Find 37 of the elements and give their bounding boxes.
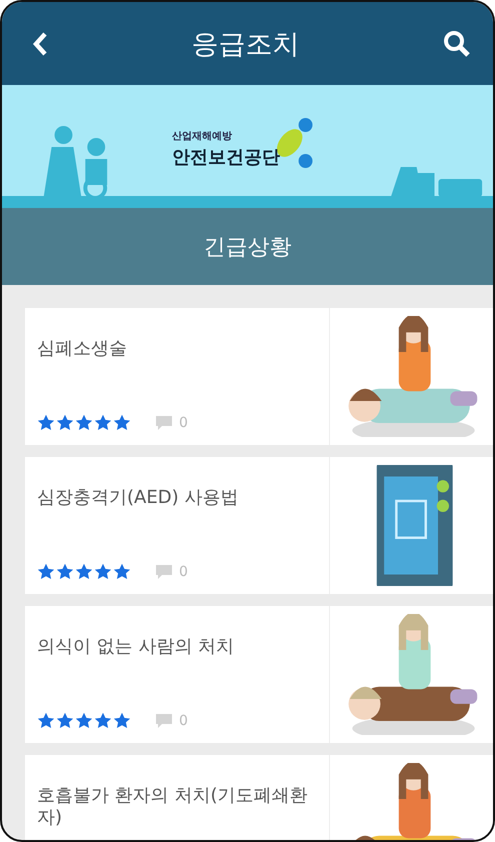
- page-title: 응급조치: [192, 28, 300, 62]
- star-icon: [56, 563, 74, 580]
- star-icon: [56, 414, 74, 431]
- list-card[interactable]: 호흡불가 환자의 처치(기도폐쇄환자): [25, 755, 493, 840]
- list-card[interactable]: 심폐소생술 0: [25, 308, 493, 445]
- star-icon: [75, 563, 93, 580]
- star-icon: [56, 712, 74, 729]
- section-title: 긴급상황: [204, 234, 292, 262]
- star-icon: [37, 712, 55, 729]
- star-icon: [94, 414, 112, 431]
- search-icon: [443, 30, 471, 58]
- star-icon: [37, 414, 55, 431]
- star-icon: [113, 712, 131, 729]
- comment-icon: [155, 414, 173, 430]
- logo-subtitle: 산업재해예방: [172, 130, 233, 143]
- list-card[interactable]: 의식이 없는 사람의 처치 0: [25, 606, 493, 743]
- comment-icon: [155, 712, 173, 728]
- star-icon: [75, 712, 93, 729]
- item-title: 호흡불가 환자의 처치(기도폐쇄환자): [37, 785, 308, 828]
- star-icon: [75, 414, 93, 431]
- star-icon: [113, 414, 131, 431]
- back-button[interactable]: [32, 30, 48, 56]
- item-title: 심장충격기(AED) 사용법: [37, 487, 240, 509]
- logo-name: 안전보건공단: [172, 146, 280, 169]
- comment-icon: [155, 564, 173, 580]
- star-icon: [113, 563, 131, 580]
- comment-count: 0: [179, 564, 188, 580]
- star-icon: [94, 712, 112, 729]
- comment-count: 0: [179, 414, 188, 430]
- item-title: 심폐소생술: [37, 338, 128, 360]
- comment-count: 0: [179, 712, 188, 728]
- list-card[interactable]: 심장충격기(AED) 사용법 0: [25, 457, 493, 594]
- search-button[interactable]: [443, 30, 471, 58]
- star-icon: [94, 563, 112, 580]
- star-icon: [37, 563, 55, 580]
- chevron-left-icon: [32, 30, 48, 56]
- item-title: 의식이 없는 사람의 처치: [37, 636, 236, 658]
